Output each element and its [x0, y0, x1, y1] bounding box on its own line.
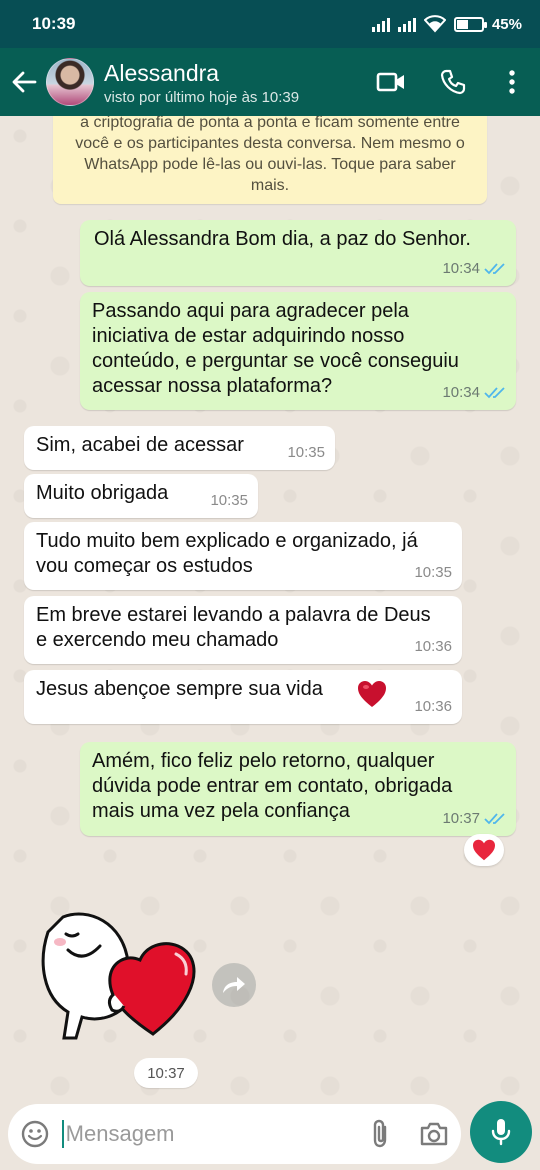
wifi-icon — [423, 15, 446, 33]
signal-icon-2 — [397, 16, 416, 32]
chat-header: Alessandra visto por último hoje às 10:3… — [0, 48, 540, 116]
sticker-image[interactable] — [28, 902, 198, 1042]
read-ticks-icon — [484, 812, 506, 825]
camera-icon — [420, 1122, 448, 1146]
last-seen: visto por último hoje às 10:39 — [104, 88, 300, 106]
phone-call-button[interactable] — [422, 48, 484, 116]
video-call-button[interactable] — [360, 48, 422, 116]
contact-info[interactable]: Alessandra visto por último hoje às 10:3… — [104, 59, 360, 106]
message-time: 10:35 — [414, 564, 452, 581]
message-bubble[interactable]: Em breve estarei levando a palavra de De… — [24, 596, 462, 664]
message-text: Amém, fico feliz pelo retorno, qualquer … — [92, 750, 453, 822]
message-composer — [8, 1104, 461, 1164]
mic-icon — [491, 1119, 511, 1146]
heart-reaction-icon — [473, 839, 495, 861]
message-text: Olá Alessandra Bom dia, a paz do Senhor. — [94, 228, 471, 250]
back-button[interactable] — [2, 48, 46, 116]
message-input[interactable] — [61, 1120, 354, 1148]
message-text: Muito obrigada — [36, 482, 169, 504]
contact-name: Alessandra — [104, 59, 220, 86]
sticker-time: 10:37 — [134, 1058, 198, 1088]
message-text: Tudo muito bem explicado e organizado, j… — [36, 530, 418, 577]
emoji-button[interactable] — [8, 1104, 62, 1164]
message-bubble[interactable]: Muito obrigada 10:35 — [24, 474, 258, 518]
message-text: Jesus abençoe sempre sua vida — [36, 678, 323, 700]
signal-icon — [371, 16, 390, 32]
message-text: Sim, acabei de acessar — [36, 434, 244, 456]
read-ticks-icon — [484, 386, 506, 399]
message-bubble[interactable]: Amém, fico feliz pelo retorno, qualquer … — [80, 742, 516, 836]
forward-icon — [223, 977, 245, 993]
message-time: 10:36 — [414, 638, 452, 655]
back-arrow-icon — [12, 71, 37, 93]
input-bar — [0, 1100, 540, 1170]
encryption-notice[interactable]: a criptografia de ponta a ponta e ficam … — [53, 116, 487, 204]
paperclip-icon — [373, 1119, 386, 1148]
message-text: Passando aqui para agradecer pela inicia… — [92, 300, 459, 397]
message-time: 10:35 — [287, 444, 325, 461]
message-time: 10:36 — [414, 698, 452, 715]
attach-button[interactable] — [354, 1104, 408, 1164]
message-bubble[interactable]: Olá Alessandra Bom dia, a paz do Senhor.… — [80, 220, 516, 286]
message-bubble[interactable]: Sim, acabei de acessar 10:35 — [24, 426, 335, 470]
battery-icon — [453, 16, 487, 32]
message-bubble[interactable]: Jesus abençoe sempre sua vida 10:36 — [24, 670, 462, 724]
message-text: Em breve estarei levando a palavra de De… — [36, 604, 431, 651]
more-options-button[interactable] — [484, 48, 540, 116]
mic-button[interactable] — [470, 1101, 532, 1163]
message-bubble[interactable]: Tudo muito bem explicado e organizado, j… — [24, 522, 462, 590]
phone-icon — [440, 69, 466, 95]
forward-button[interactable] — [212, 963, 256, 1007]
avatar[interactable] — [46, 58, 94, 106]
message-time: 10:37 — [442, 810, 480, 827]
chat-area[interactable]: a criptografia de ponta a ponta e ficam … — [0, 116, 540, 1100]
message-bubble[interactable]: Passando aqui para agradecer pela inicia… — [80, 292, 516, 410]
camera-button[interactable] — [407, 1104, 461, 1164]
battery-percent: 45% — [491, 15, 522, 33]
message-reaction[interactable] — [464, 834, 504, 866]
status-bar: 10:39 45% — [0, 0, 540, 48]
message-time: 10:34 — [442, 384, 480, 401]
emoji-icon — [21, 1120, 49, 1148]
read-ticks-icon — [484, 262, 506, 275]
message-time: 10:35 — [210, 492, 248, 509]
status-time: 10:39 — [32, 14, 76, 33]
more-vert-icon — [509, 70, 515, 94]
video-call-icon — [376, 72, 404, 92]
message-time: 10:34 — [442, 260, 480, 277]
heart-emoji-icon — [358, 681, 386, 707]
